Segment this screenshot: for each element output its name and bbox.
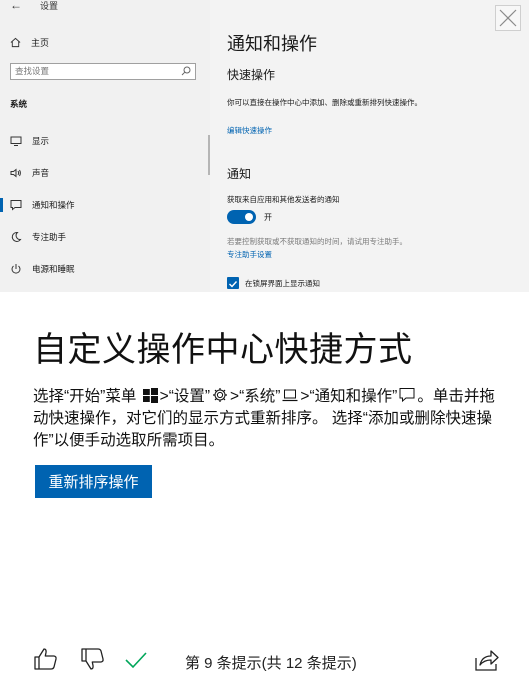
get-notifications-label: 获取来自应用和其他发送者的通知	[227, 195, 340, 204]
sidebar-scrollbar	[208, 135, 210, 175]
sidebar-item-label: 专注助手	[32, 232, 67, 242]
settings-title: 设置	[40, 1, 59, 11]
quick-actions-description: 你可以直接在操作中心中添加、删除或重新排列快速操作。	[227, 98, 422, 107]
sidebar-item-home: 主页	[10, 34, 49, 50]
sidebar-item-label: 显示	[32, 136, 50, 146]
toggle-knob	[245, 213, 253, 221]
settings-search-box: 查找设置	[10, 63, 196, 80]
sidebar-section-system: 系统	[10, 99, 28, 109]
tip-counter: 第 9 条提示(共 12 条提示)	[185, 655, 357, 672]
monitor-icon	[10, 136, 22, 146]
settings-sidebar: ← 设置 主页 查找设置 系统 显示 声音 通知和操作 专注助手 电源和睡眠	[0, 0, 210, 292]
focus-assist-hint: 若要控制获取或不获取通知的时间，请试用专注助手。	[227, 237, 407, 246]
sidebar-item-sound: 声音	[10, 165, 49, 181]
home-icon	[10, 37, 21, 47]
checkmark-icon	[125, 652, 147, 669]
sidebar-item-notifications: 通知和操作	[0, 197, 75, 213]
thumbs-up-icon	[34, 648, 57, 670]
settings-screenshot: ← 设置 主页 查找设置 系统 显示 声音 通知和操作 专注助手 电源和睡眠 通…	[0, 0, 529, 292]
reorder-actions-button[interactable]: 重新排序操作	[35, 465, 152, 498]
back-arrow-icon: ←	[10, 0, 22, 12]
checkmark-icon	[229, 281, 238, 288]
like-button[interactable]	[33, 646, 59, 672]
edit-quick-actions-link: 编辑快速操作	[227, 126, 272, 135]
settings-content: 通知和操作 快速操作 你可以直接在操作中心中添加、删除或重新排列快速操作。 编辑…	[227, 0, 517, 292]
tip-body: 选择“开始”菜单 >“设置” >“系统” >“通知和操作” 。单击并拖动快速操作…	[33, 386, 503, 452]
search-icon	[181, 66, 191, 76]
lock-screen-checkbox	[227, 277, 239, 289]
close-button[interactable]	[495, 5, 521, 31]
moon-icon	[11, 231, 22, 242]
notification-icon	[399, 388, 415, 403]
lock-screen-label: 在锁屏界面上显示通知	[245, 279, 320, 288]
section-heading-notifications: 通知	[227, 167, 252, 181]
sidebar-item-focus-assist: 专注助手	[10, 229, 66, 245]
share-icon	[475, 650, 499, 671]
windows-logo-icon	[142, 388, 158, 403]
tip-text-notifications: >“通知和操作”	[300, 388, 398, 405]
tip-text-start: 选择“开始”菜单	[33, 388, 137, 405]
tip-text-settings: >“设置”	[159, 388, 211, 405]
notification-icon	[10, 200, 22, 211]
sidebar-item-display: 显示	[10, 133, 49, 149]
share-button[interactable]	[474, 646, 500, 672]
focus-assist-settings-link: 专注助手设置	[227, 250, 272, 259]
tips-footer: 第 9 条提示(共 12 条提示)	[0, 640, 529, 675]
tip-title: 自定义操作中心快捷方式	[33, 331, 413, 369]
power-icon	[11, 264, 21, 274]
mark-done-button[interactable]	[123, 646, 149, 672]
search-placeholder: 查找设置	[15, 66, 50, 76]
notifications-toggle	[227, 210, 256, 224]
dislike-button[interactable]	[80, 646, 106, 672]
close-icon	[499, 9, 517, 27]
section-heading-quick-actions: 快速操作	[227, 68, 276, 82]
sidebar-item-power: 电源和睡眠	[10, 261, 75, 277]
sidebar-item-label: 声音	[32, 168, 50, 178]
sidebar-item-label: 电源和睡眠	[32, 264, 75, 274]
laptop-icon	[282, 389, 298, 402]
speaker-icon	[10, 168, 21, 178]
tip-text-system: >“系统”	[230, 388, 281, 405]
page-heading: 通知和操作	[227, 34, 317, 54]
sidebar-item-label: 通知和操作	[32, 200, 75, 210]
gear-icon	[213, 388, 228, 402]
thumbs-down-icon	[81, 648, 104, 670]
toggle-state-label: 开	[264, 213, 272, 222]
sidebar-item-label: 主页	[31, 37, 50, 48]
